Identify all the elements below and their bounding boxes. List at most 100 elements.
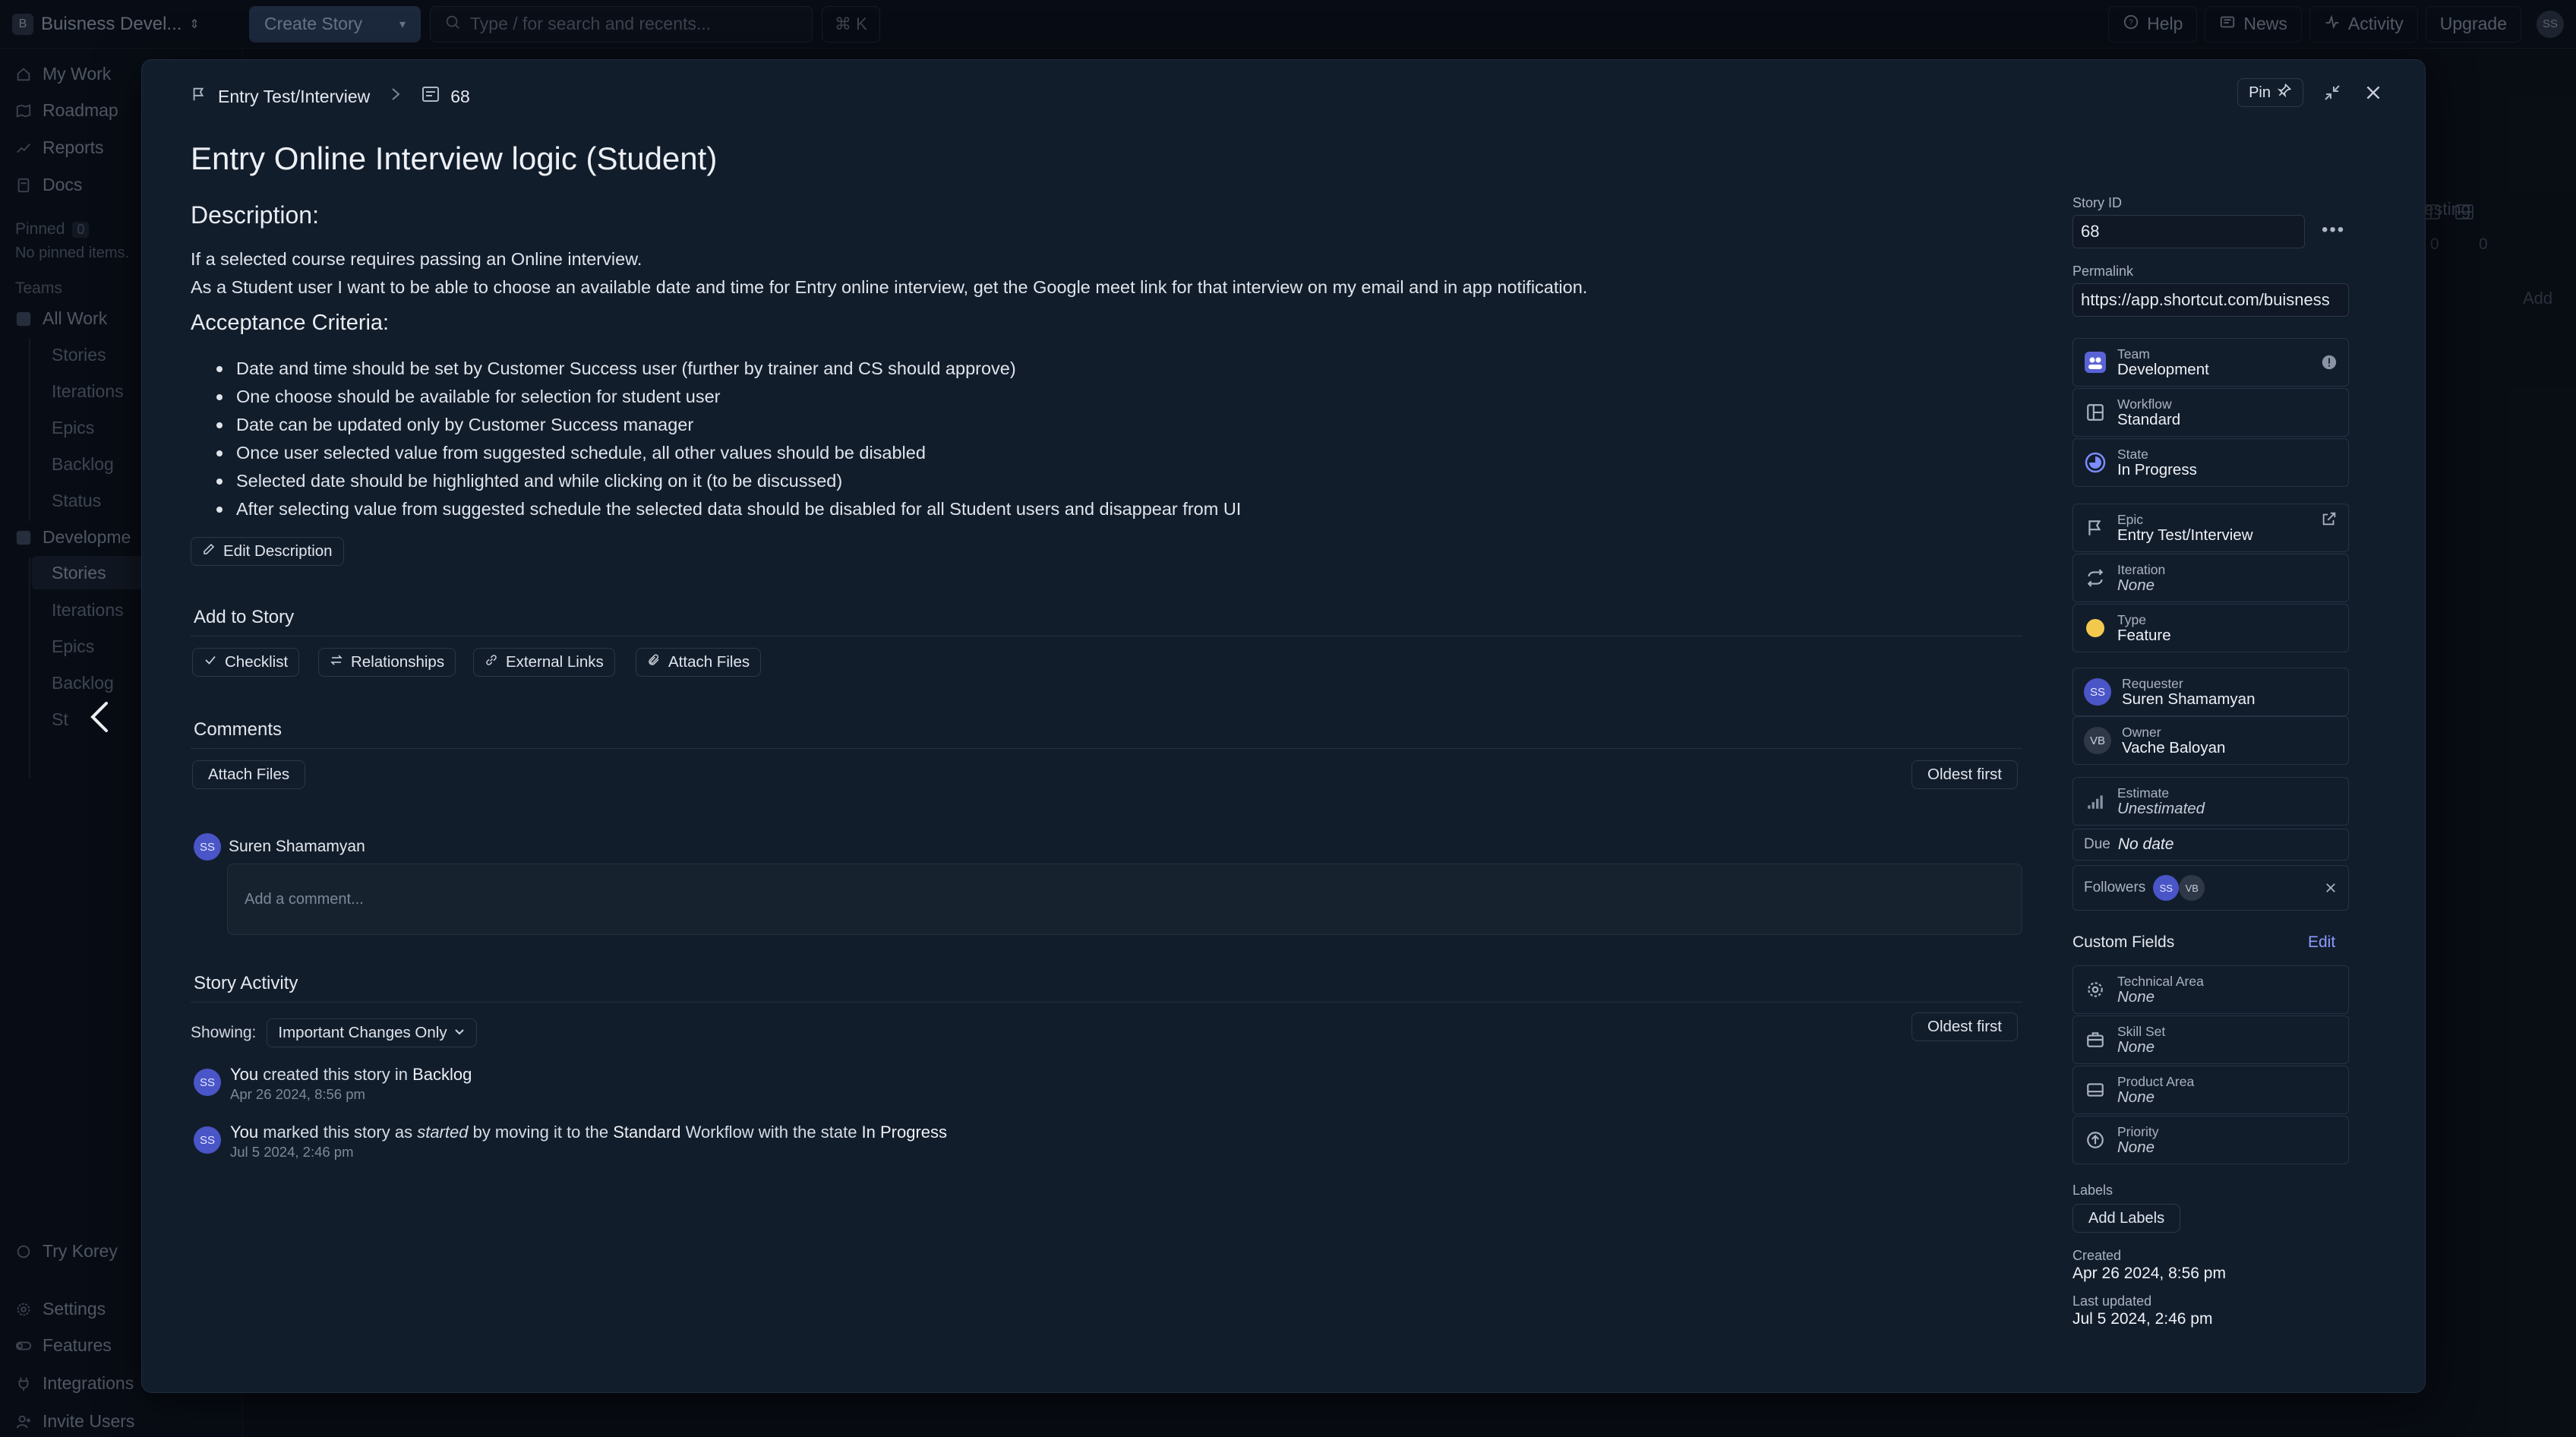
field-value: In Progress: [2117, 461, 2197, 478]
breadcrumb-story-id[interactable]: 68: [450, 87, 470, 107]
checklist-label: Checklist: [225, 653, 289, 671]
comments-attach-files-button[interactable]: Attach Files: [192, 760, 306, 789]
field-label: Technical Area: [2117, 974, 2204, 989]
relationships-label: Relationships: [351, 653, 445, 671]
external-link-icon[interactable]: [2321, 510, 2338, 527]
paperclip-icon: [647, 653, 661, 671]
created-value: Apr 26 2024, 8:56 pm: [2072, 1265, 2226, 1282]
collapse-icon[interactable]: [2320, 81, 2344, 105]
iteration-field[interactable]: Iteration None: [2072, 554, 2349, 602]
comments-sort-button[interactable]: Oldest first: [1911, 760, 2018, 789]
edit-description-button[interactable]: Edit Description: [191, 537, 344, 566]
activity-target[interactable]: Backlog: [412, 1065, 472, 1084]
custom-fields-edit-link[interactable]: Edit: [2308, 933, 2335, 952]
activity-actor: You: [230, 1123, 259, 1142]
criteria-item: Date can be updated only by Customer Suc…: [215, 411, 1241, 439]
avatar: VB: [2084, 727, 2111, 754]
external-links-label: External Links: [506, 653, 604, 671]
field-label: State: [2117, 447, 2148, 462]
chevron-right-icon: [390, 86, 402, 107]
permalink-label: Permalink: [2072, 264, 2134, 279]
state-field[interactable]: State In Progress: [2072, 438, 2349, 487]
comment-input[interactable]: Add a comment...: [227, 864, 2022, 935]
field-label: Priority: [2117, 1124, 2159, 1139]
followers-field[interactable]: Followers SS VB: [2072, 865, 2349, 911]
close-icon[interactable]: [2324, 881, 2338, 895]
activity-filter-value: Important Changes Only: [278, 1024, 447, 1041]
check-icon: [204, 653, 217, 671]
field-label: Team: [2117, 346, 2150, 362]
field-label: Workflow: [2117, 396, 2172, 412]
estimate-field[interactable]: Estimate Unestimated: [2072, 777, 2349, 826]
breadcrumb-epic[interactable]: Entry Test/Interview: [218, 87, 370, 107]
field-value: Unestimated: [2117, 800, 2205, 817]
permalink-field[interactable]: https://app.shortcut.com/buisness: [2072, 283, 2349, 317]
attach-files-label: Attach Files: [668, 653, 750, 671]
iteration-icon: [2084, 567, 2107, 589]
flag-icon: [191, 86, 207, 107]
field-label: Owner: [2122, 725, 2161, 740]
field-label: Followers: [2084, 880, 2146, 895]
more-options-icon[interactable]: •••: [2322, 219, 2345, 241]
description-heading: Description:: [191, 201, 319, 229]
acceptance-criteria-list: Date and time should be set by Customer …: [215, 355, 1241, 523]
labels-label: Labels: [2072, 1183, 2114, 1198]
chevron-down-icon: [453, 1024, 466, 1042]
story-id-field[interactable]: 68: [2072, 215, 2305, 248]
activity-sort-button[interactable]: Oldest first: [1911, 1012, 2018, 1041]
link-icon: [485, 653, 498, 671]
description-line: As a Student user I want to be able to c…: [191, 277, 1588, 297]
priority-field[interactable]: Priority None: [2072, 1116, 2349, 1164]
activity-filter-select[interactable]: Important Changes Only: [267, 1019, 477, 1047]
product-icon: [2084, 1079, 2107, 1101]
requester-field[interactable]: SS Requester Suren Shamamyan: [2072, 668, 2349, 716]
external-links-button[interactable]: External Links: [473, 648, 615, 677]
pin-label: Pin: [2249, 84, 2271, 101]
due-date-field[interactable]: Due No date: [2072, 829, 2349, 861]
close-icon[interactable]: [2361, 81, 2385, 105]
field-label: Estimate: [2117, 785, 2170, 801]
activity-fragment: Workflow with the state: [680, 1123, 862, 1142]
gear-icon: [2084, 978, 2107, 1001]
avatar: SS: [194, 1126, 221, 1154]
comments-heading: Comments: [194, 719, 283, 740]
criteria-item: After selecting value from suggested sch…: [215, 495, 1241, 523]
team-field[interactable]: Team Development: [2072, 338, 2349, 387]
info-icon[interactable]: [2321, 354, 2338, 371]
field-label: Due: [2084, 836, 2110, 852]
chevron-left-icon[interactable]: [85, 697, 115, 737]
breadcrumb: Entry Test/Interview 68: [191, 86, 470, 107]
activity-state[interactable]: In Progress: [862, 1123, 948, 1142]
epic-field[interactable]: Epic Entry Test/Interview: [2072, 504, 2349, 552]
product-area-field[interactable]: Product Area None: [2072, 1066, 2349, 1114]
description-body[interactable]: If a selected course requires passing an…: [191, 245, 1587, 302]
field-value: None: [2117, 1038, 2155, 1056]
relationships-button[interactable]: Relationships: [318, 648, 456, 677]
type-field[interactable]: Type Feature: [2072, 604, 2349, 652]
updated-label: Last updated: [2072, 1293, 2152, 1309]
field-label: Skill Set: [2117, 1024, 2166, 1039]
comment-author: SS Suren Shamamyan: [194, 833, 365, 861]
showing-label: Showing:: [191, 1024, 257, 1041]
criteria-item: Once user selected value from suggested …: [215, 439, 1241, 467]
field-value: None: [2117, 1139, 2155, 1156]
pin-button[interactable]: Pin: [2237, 78, 2303, 107]
edit-description-label: Edit Description: [223, 542, 333, 560]
story-card-icon: [421, 86, 440, 107]
field-value: Feature: [2117, 627, 2171, 644]
skill-set-field[interactable]: Skill Set None: [2072, 1015, 2349, 1064]
avatar: SS: [2153, 875, 2180, 901]
field-label: Requester: [2122, 676, 2183, 691]
activity-workflow[interactable]: Standard: [613, 1123, 680, 1142]
technical-area-field[interactable]: Technical Area None: [2072, 965, 2349, 1014]
attach-files-button[interactable]: Attach Files: [636, 648, 762, 677]
field-value: Suren Shamamyan: [2122, 690, 2256, 708]
add-labels-button[interactable]: Add Labels: [2072, 1204, 2181, 1233]
checklist-button[interactable]: Checklist: [192, 648, 300, 677]
workflow-field[interactable]: Workflow Standard: [2072, 388, 2349, 437]
owner-field[interactable]: VB Owner Vache Baloyan: [2072, 716, 2349, 765]
story-title[interactable]: Entry Online Interview logic (Student): [191, 141, 717, 177]
field-value: Development: [2117, 361, 2209, 378]
created-label: Created: [2072, 1248, 2122, 1263]
activity-item: SS You created this story in Backlog Apr…: [194, 1064, 472, 1104]
